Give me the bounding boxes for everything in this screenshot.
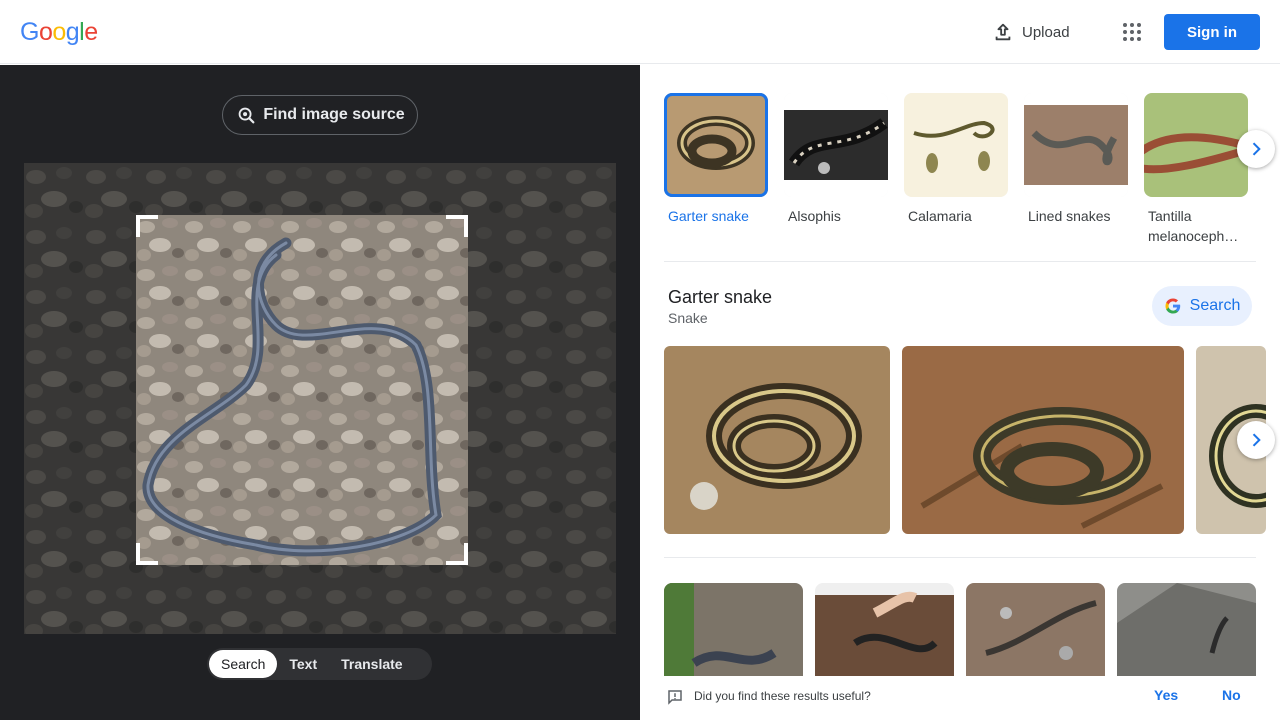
- find-image-source-label: Find image source: [263, 106, 405, 123]
- visual-match-image[interactable]: [966, 583, 1105, 683]
- mode-text-tab[interactable]: Text: [277, 650, 329, 678]
- chip-label: Tantilla melanoceph…: [1148, 208, 1239, 244]
- chip-thumbnail: [784, 93, 888, 197]
- visual-match-image[interactable]: [1117, 583, 1256, 683]
- logo-letter: e: [84, 18, 98, 46]
- feedback-bar: Did you find these results useful? Yes N…: [640, 676, 1280, 720]
- top-bar: Google Upload Sign in: [0, 0, 1280, 64]
- logo-letter: G: [20, 18, 39, 46]
- chip-thumbnail: [904, 93, 1008, 197]
- feedback-yes-button[interactable]: Yes: [1154, 687, 1178, 703]
- upload-label: Upload: [1022, 23, 1070, 41]
- find-image-source-button[interactable]: Find image source: [222, 95, 418, 135]
- query-image-panel: Find image source Search Text Translate: [0, 65, 640, 720]
- entity-subtitle: Snake: [668, 310, 708, 326]
- divider: [664, 557, 1256, 558]
- chip-thumbnail: [1144, 93, 1248, 197]
- lens-search-icon: [238, 107, 255, 124]
- chevron-right-icon: [1252, 142, 1261, 156]
- entity-title: Garter snake: [668, 287, 773, 307]
- query-image[interactable]: [24, 163, 616, 634]
- chip-garter-snake[interactable]: Garter snake: [664, 93, 768, 246]
- crop-selection[interactable]: [136, 215, 468, 565]
- feedback-icon: [668, 690, 682, 705]
- google-g-icon: [1165, 298, 1180, 314]
- mode-search-tab[interactable]: Search: [209, 650, 278, 678]
- mode-translate-tab[interactable]: Translate: [329, 650, 414, 678]
- feedback-question: Did you find these results useful?: [694, 689, 871, 703]
- google-logo[interactable]: Google: [20, 18, 98, 46]
- chip-tantilla-melanocephala[interactable]: Tantilla melanoceph…: [1144, 93, 1248, 246]
- chip-label: Garter snake: [668, 208, 749, 224]
- logo-letter: o: [38, 18, 53, 46]
- sign-in-button[interactable]: Sign in: [1164, 14, 1260, 50]
- mode-switcher: Search Text Translate: [207, 648, 432, 680]
- chip-thumbnail: [664, 93, 768, 197]
- chevron-right-icon: [1252, 433, 1261, 447]
- result-image[interactable]: [902, 346, 1184, 534]
- logo-letter: o: [52, 18, 66, 46]
- logo-letter: g: [65, 18, 80, 46]
- apps-grid-icon[interactable]: [1120, 20, 1144, 44]
- upload-icon: [995, 23, 1011, 41]
- chip-label: Lined snakes: [1028, 208, 1111, 224]
- feedback-no-button[interactable]: No: [1222, 687, 1241, 703]
- chip-calamaria[interactable]: Calamaria: [904, 93, 1008, 246]
- entity-chips: Garter snake Alsophis Calamaria Lined sn…: [664, 93, 1248, 246]
- chip-lined-snakes[interactable]: Lined snakes: [1024, 93, 1128, 246]
- chip-label: Calamaria: [908, 208, 972, 224]
- chip-label: Alsophis: [788, 208, 841, 224]
- images-next-button[interactable]: [1237, 421, 1275, 459]
- visual-match-image[interactable]: [815, 583, 954, 683]
- result-image[interactable]: [664, 346, 890, 534]
- chip-alsophis[interactable]: Alsophis: [784, 93, 888, 246]
- chips-next-button[interactable]: [1237, 130, 1275, 168]
- upload-button[interactable]: Upload: [992, 20, 1070, 44]
- chip-thumbnail: [1024, 93, 1128, 197]
- visual-match-image[interactable]: [664, 583, 803, 683]
- entity-search-label: Search: [1189, 297, 1241, 314]
- divider: [664, 261, 1256, 262]
- entity-search-button[interactable]: Search: [1152, 286, 1252, 326]
- results-panel: Garter snake Alsophis Calamaria Lined sn…: [640, 65, 1280, 720]
